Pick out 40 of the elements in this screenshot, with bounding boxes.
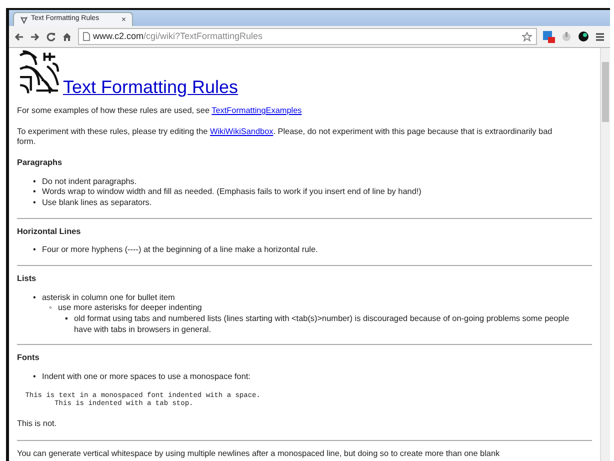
logo-icon: [17, 50, 61, 96]
paragraph: This is not.: [17, 419, 58, 430]
list-item-text: use more asterisks for deeper indenting: [58, 303, 203, 314]
list-item-text: Indent with one or more spaces to use a monospace font:: [42, 372, 252, 382]
list-item-text: Use blank lines as separators.: [42, 198, 153, 209]
bullet: •: [33, 245, 37, 256]
list-item-text: Do not indent paragraphs.: [42, 176, 138, 188]
extension-icon[interactable]: [578, 31, 589, 42]
reload-icon[interactable]: [46, 32, 56, 42]
section-heading: Paragraphs: [17, 158, 64, 169]
wiki-link[interactable]: WikiWikiSandbox: [210, 126, 274, 136]
section-heading: Fonts: [17, 353, 40, 364]
bullet: •: [33, 292, 37, 304]
close-button[interactable]: ×: [121, 14, 126, 26]
back-icon[interactable]: [14, 32, 24, 42]
paragraph: For some examples of how these rules are used, see TextFormattingExamples: [17, 106, 303, 117]
paragraph: You can generate vertical whitespace by using multiple newlines after a monospaced line, but doing so to create more than one blank: [17, 448, 501, 460]
list-item-text: old format using tabs and numbered lists (lines starting with <tab(s)>number) is discouraged because of on-going problems some people have with tabs in browsers in general.: [74, 314, 570, 336]
bullet: ▪: [65, 314, 69, 325]
section-heading: Lists: [17, 274, 38, 285]
list-item-text: Words wrap to window width and fill as needed. (Emphasis fails to work if you insert end of line by hand!): [42, 187, 422, 198]
paragraph: To experiment with these rules, please try editing the WikiWikiSandbox. Please, do not experiment with this page because that is extraordinarily bad form.: [17, 126, 554, 148]
bullet: •: [33, 176, 37, 188]
address-field[interactable]: www.c2.com/cgi/wiki?TextFormattingRules: [78, 28, 537, 45]
page-icon: [20, 16, 28, 24]
list-item-text: Four or more hyphens (----) at the beginning of a line make a horizontal rule.: [42, 245, 319, 256]
bullet: •: [33, 372, 37, 382]
page-icon: [83, 32, 90, 41]
forward-icon[interactable]: [30, 32, 40, 42]
bullet: •: [33, 198, 37, 209]
bullet: ◦: [49, 303, 53, 314]
wiki-link[interactable]: TextFormattingExamples: [212, 106, 302, 115]
page-title-link[interactable]: Text Formatting Rules: [63, 78, 238, 96]
scrollbar[interactable]: [600, 48, 610, 461]
star-icon[interactable]: [522, 32, 532, 42]
menu-icon[interactable]: [595, 32, 605, 42]
section-heading: Horizontal Lines: [17, 226, 82, 238]
home-icon[interactable]: [62, 32, 72, 42]
bullet: •: [33, 187, 37, 198]
list-item-text: asterisk in column one for bullet item: [42, 292, 176, 304]
